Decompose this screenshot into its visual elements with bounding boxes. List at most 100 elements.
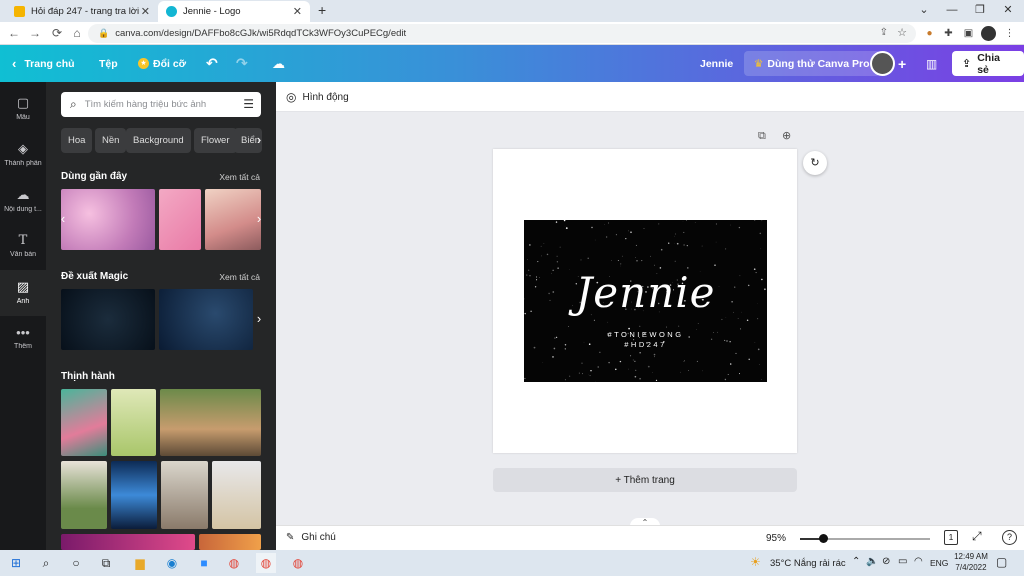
sidebar-item-photos[interactable]: ▨ Ảnh xyxy=(0,270,46,316)
recent-next-arrow-icon[interactable]: › xyxy=(252,209,266,229)
profile-avatar[interactable] xyxy=(981,26,996,41)
close-window-button[interactable]: ✕ xyxy=(998,2,1018,18)
add-page-button[interactable]: + Thêm trang xyxy=(493,468,797,492)
user-avatar[interactable] xyxy=(870,51,895,76)
help-button[interactable]: ? xyxy=(1002,530,1017,545)
extensions-puzzle-icon[interactable]: ✚ xyxy=(941,26,956,41)
home-icon[interactable]: ⌂ xyxy=(68,25,86,42)
recent-photo-thumbnail[interactable] xyxy=(61,189,155,250)
magic-photo-thumbnail[interactable] xyxy=(159,289,253,350)
recent-prev-arrow-icon[interactable]: ‹ xyxy=(56,209,70,229)
cloud-saved-icon[interactable]: ☁ xyxy=(272,45,285,82)
tab-hoidap247[interactable]: Hỏi đáp 247 - trang tra lời ✕ xyxy=(6,1,158,22)
chip-flower[interactable]: Flower xyxy=(194,128,237,153)
edge-browser-icon[interactable]: ◉ xyxy=(162,553,182,573)
jennie-logo-design[interactable]: Jennie #TONIEWONG #HD247 xyxy=(524,220,767,382)
windows-start-icon[interactable]: ⊞ xyxy=(6,553,26,573)
magic-refresh-icon[interactable]: ↻ xyxy=(803,151,827,175)
chrome-active-icon[interactable]: ◍ xyxy=(256,553,276,573)
browser-menu-icon[interactable]: ⋮ xyxy=(1002,26,1017,41)
address-bar[interactable]: 🔒 canva.com/design/DAFFbo8cGJk/wi5RdqdTC… xyxy=(88,24,916,43)
design-title-text[interactable]: Jennie xyxy=(524,268,767,317)
new-tab-button[interactable]: + xyxy=(318,2,326,18)
network-icon[interactable]: ⊘ xyxy=(882,556,890,567)
trending-photo-thumbnail[interactable] xyxy=(61,534,195,550)
trending-photo-thumbnail[interactable] xyxy=(160,389,261,456)
reload-icon[interactable]: ⟳ xyxy=(48,25,66,42)
trending-photo-thumbnail[interactable] xyxy=(111,389,156,456)
zoom-slider-handle[interactable] xyxy=(819,534,829,543)
redo-icon[interactable]: ↷ xyxy=(236,45,248,82)
notifications-icon[interactable]: ▢ xyxy=(996,555,1007,569)
home-link[interactable]: ‹ Trang chủ xyxy=(12,45,75,82)
add-collaborator-button[interactable]: + xyxy=(898,45,906,82)
trending-photo-thumbnail[interactable] xyxy=(161,461,208,529)
trending-photo-thumbnail[interactable] xyxy=(111,461,157,529)
input-language[interactable]: ENG xyxy=(930,558,948,568)
photo-search-input[interactable]: ⌕ Tìm kiếm hàng triệu bức ảnh ☰ xyxy=(61,92,261,117)
chip-background[interactable]: Background xyxy=(126,128,191,153)
chip-hoa[interactable]: Hoa xyxy=(61,128,93,153)
side-panel-icon[interactable]: ▣ xyxy=(961,26,976,41)
clock-time[interactable]: 12:49 AM xyxy=(952,552,990,561)
add-page-icon[interactable]: ⊕ xyxy=(782,129,791,142)
trending-photo-thumbnail[interactable] xyxy=(61,389,107,456)
trending-photo-thumbnail[interactable] xyxy=(199,534,261,550)
maximize-button[interactable]: ❐ xyxy=(970,2,990,18)
task-view-icon[interactable]: ⧉ xyxy=(96,553,116,573)
battery-icon[interactable]: ▭ xyxy=(898,556,907,567)
fullscreen-expand-icon[interactable]: ⤢ xyxy=(972,529,982,544)
bookmark-star-icon[interactable]: ☆ xyxy=(897,26,907,39)
design-page[interactable]: Jennie #TONIEWONG #HD247 xyxy=(493,149,797,453)
chrome-icon[interactable]: ◍ xyxy=(224,553,244,573)
insights-chart-icon[interactable]: ▥ xyxy=(926,45,937,82)
chip-nen[interactable]: Nền xyxy=(95,128,127,153)
clock-date[interactable]: 7/4/2022 xyxy=(952,563,990,572)
tab-close-icon[interactable]: ✕ xyxy=(141,5,150,18)
tab-close-icon[interactable]: ✕ xyxy=(293,5,302,18)
design-name[interactable]: Jennie xyxy=(700,45,733,82)
cortana-icon[interactable]: ○ xyxy=(66,553,86,573)
zoom-slider[interactable] xyxy=(800,534,930,543)
back-arrow-icon[interactable]: ← xyxy=(5,25,23,42)
share-button[interactable]: ⇪ Chia sẻ xyxy=(952,51,1024,76)
trending-photo-thumbnail[interactable] xyxy=(61,461,107,529)
chrome-profile-icon[interactable]: ◍ xyxy=(288,553,308,573)
sidebar-item-templates[interactable]: ▢ Mẫu xyxy=(0,86,46,132)
resize-button[interactable]: ★ Đổi cỡ xyxy=(138,45,186,82)
sidebar-item-more[interactable]: ••• Thêm xyxy=(0,316,46,362)
trending-photo-thumbnail[interactable] xyxy=(212,461,261,529)
sidebar-item-uploads[interactable]: ☁ Nội dung t... xyxy=(0,178,46,224)
extension-cookie-icon[interactable]: ● xyxy=(922,26,937,41)
volume-icon[interactable]: 🔈 xyxy=(866,556,878,567)
weather-text[interactable]: 35°C Nắng rải rác xyxy=(770,558,846,569)
animate-button[interactable]: ◎ Hình động xyxy=(286,90,349,104)
share-page-icon[interactable]: ⇪ xyxy=(880,27,888,38)
recent-photo-thumbnail[interactable] xyxy=(159,189,201,250)
notes-button[interactable]: ✎ Ghi chú xyxy=(286,532,336,543)
file-explorer-icon[interactable]: ▆ xyxy=(130,553,150,573)
magic-photo-thumbnail[interactable] xyxy=(61,289,155,350)
design-tag-line-1[interactable]: #TONIEWONG xyxy=(524,330,767,339)
tray-chevron-icon[interactable]: ⌃ xyxy=(852,556,860,567)
minimize-button[interactable]: — xyxy=(942,2,962,18)
wifi-icon[interactable]: ◠ xyxy=(914,556,923,567)
duplicate-page-icon[interactable]: ⧉ xyxy=(758,130,766,143)
search-icon[interactable]: ⌕ xyxy=(36,553,56,573)
recent-see-all-link[interactable]: Xem tất cả xyxy=(219,172,260,182)
zoom-value[interactable]: 95% xyxy=(766,533,786,544)
tab-canva-jennie[interactable]: Jennie - Logo ✕ xyxy=(158,1,310,22)
filter-sliders-icon[interactable]: ☰ xyxy=(243,97,254,111)
try-canva-pro-button[interactable]: ♛ Dùng thử Canva Pro xyxy=(744,51,880,76)
page-count-button[interactable]: 1 xyxy=(944,530,958,545)
zoom-app-icon[interactable]: ■ xyxy=(194,553,214,573)
chips-next-arrow-icon[interactable]: › xyxy=(252,130,266,150)
sidebar-item-elements[interactable]: ◈ Thành phần xyxy=(0,132,46,178)
tab-search-icon[interactable]: ⌄ xyxy=(914,2,934,18)
undo-icon[interactable]: ↶ xyxy=(206,45,218,82)
file-menu-button[interactable]: Tệp xyxy=(99,45,118,82)
sidebar-item-text[interactable]: T Văn bản xyxy=(0,224,46,270)
magic-next-arrow-icon[interactable]: › xyxy=(252,309,266,329)
forward-arrow-icon[interactable]: → xyxy=(26,25,44,42)
magic-see-all-link[interactable]: Xem tất cả xyxy=(219,272,260,282)
